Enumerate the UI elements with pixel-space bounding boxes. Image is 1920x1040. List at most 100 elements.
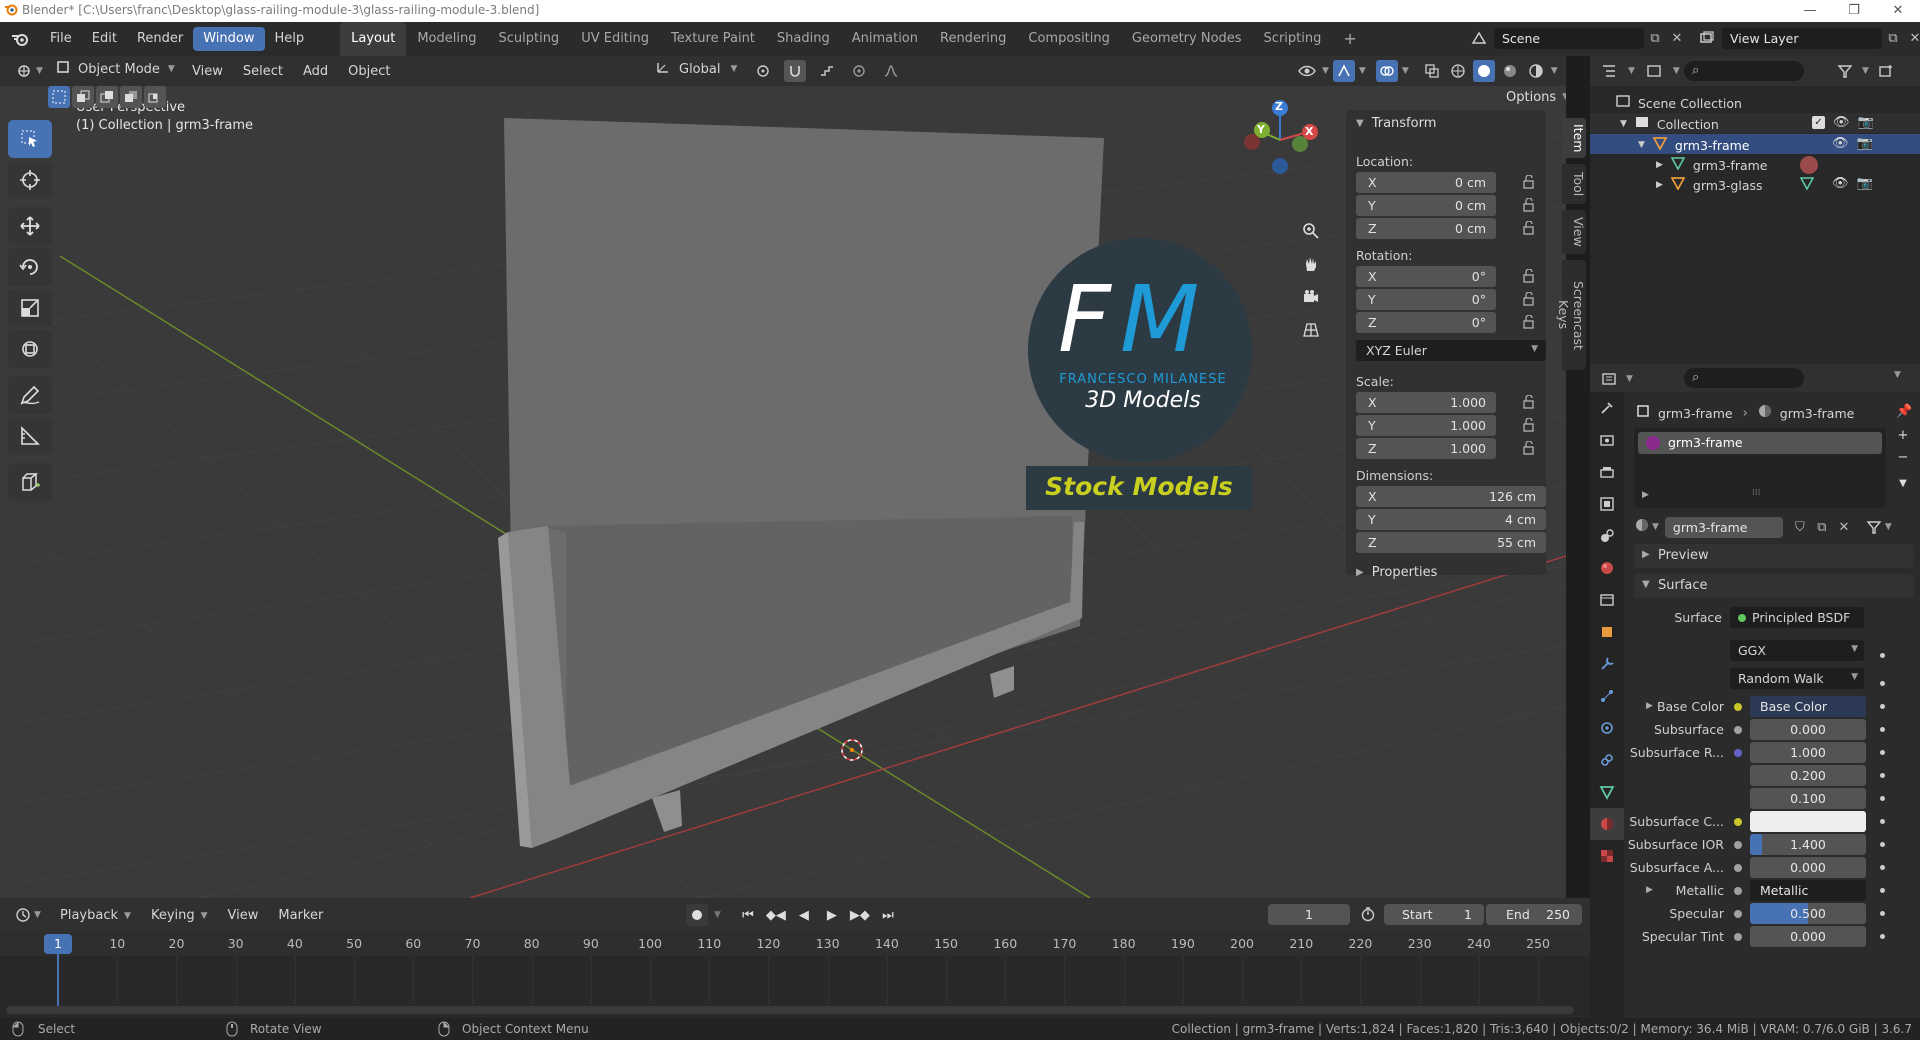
physics-properties-icon[interactable]	[1590, 712, 1624, 744]
dimensions-x-field[interactable]: X 126 cm	[1356, 486, 1546, 507]
tab-uv-editing[interactable]: UV Editing	[570, 22, 660, 56]
select-extend-icon[interactable]	[72, 86, 94, 108]
tab-texture-paint[interactable]: Texture Paint	[660, 22, 766, 56]
lock-icon[interactable]	[1522, 291, 1536, 306]
tab-item[interactable]: Item	[1562, 118, 1586, 158]
tool-settings-icon[interactable]	[1590, 392, 1624, 424]
measure-tool-icon[interactable]	[8, 417, 52, 455]
lock-icon[interactable]	[1522, 314, 1536, 329]
object-properties-icon[interactable]	[1590, 616, 1624, 648]
prop-field[interactable]: 0.000	[1750, 857, 1866, 878]
material-slot-item[interactable]: grm3-frame	[1638, 432, 1882, 454]
menu-render[interactable]: Render	[127, 27, 193, 51]
prop-field[interactable]: 0.500	[1750, 903, 1866, 924]
tab-sculpting[interactable]: Sculpting	[487, 22, 570, 56]
duplicate-material-icon[interactable]: ⧉	[1811, 516, 1833, 538]
new-view-layer-icon[interactable]: ⧉	[1882, 27, 1904, 49]
select-new-icon[interactable]	[48, 86, 70, 108]
chevron-right-icon[interactable]: ▶	[1646, 701, 1653, 711]
minimize-button[interactable]: —	[1788, 0, 1832, 22]
maximize-button[interactable]: ❐	[1832, 0, 1876, 22]
outliner-collection[interactable]: ▼ Collection	[1620, 115, 1719, 133]
prop-field[interactable]: 0.200	[1750, 765, 1866, 786]
camera-render-icon[interactable]: 📷	[1858, 115, 1874, 130]
keyframe-indicator-icon[interactable]	[1880, 750, 1885, 755]
stopwatch-icon[interactable]	[1360, 906, 1376, 926]
tab-screencast-keys[interactable]: Screencast Keys	[1556, 260, 1586, 370]
select-difference-icon[interactable]	[120, 86, 142, 108]
pan-hand-icon[interactable]	[1296, 249, 1326, 279]
wireframe-shading-icon[interactable]	[1447, 60, 1469, 82]
camera-render-icon[interactable]: 📷	[1857, 176, 1873, 191]
select-box-tool-icon[interactable]	[8, 120, 52, 158]
transform-orientation-dropdown[interactable]: Global ▼	[655, 60, 737, 78]
snap-toggle-icon[interactable]	[784, 60, 806, 82]
exclude-checkbox[interactable]: ✓	[1812, 116, 1825, 129]
keyframe-indicator-icon[interactable]	[1880, 704, 1885, 709]
lock-icon[interactable]	[1522, 417, 1536, 432]
zoom-icon[interactable]	[1296, 216, 1326, 246]
lock-icon[interactable]	[1522, 394, 1536, 409]
play-reverse-icon[interactable]: ◀	[793, 904, 815, 926]
navigation-gizmo[interactable]: Z Y X	[1232, 100, 1332, 200]
view-layer-field[interactable]: View Layer	[1722, 27, 1882, 49]
outliner-item-frame-mesh[interactable]: ▶ grm3-frame	[1656, 156, 1767, 174]
object-data-properties-icon[interactable]	[1590, 776, 1624, 808]
lock-icon[interactable]	[1522, 440, 1536, 455]
material-preview-icon[interactable]	[1499, 60, 1521, 82]
snap-increment-icon[interactable]	[816, 60, 838, 82]
tab-compositing[interactable]: Compositing	[1017, 22, 1121, 56]
tab-layout[interactable]: Layout	[340, 22, 407, 56]
slot-specials-button[interactable]: ▼	[1892, 478, 1914, 500]
jump-keyframe-back-icon[interactable]: ◆◀	[765, 904, 787, 926]
location-z-field[interactable]: Z 0 cm	[1356, 218, 1496, 239]
texture-properties-icon[interactable]	[1590, 840, 1624, 872]
timeline-menu-playback[interactable]: Playback ▼	[50, 904, 141, 928]
scene-name-field[interactable]: Scene	[1494, 27, 1644, 49]
tab-modeling[interactable]: Modeling	[406, 22, 487, 56]
modifier-properties-icon[interactable]	[1590, 648, 1624, 680]
transform-tool-icon[interactable]	[8, 330, 52, 368]
rotation-y-field[interactable]: Y 0°	[1356, 289, 1496, 310]
tab-tool[interactable]: Tool	[1562, 164, 1586, 204]
material-name-field[interactable]: grm3-frame	[1664, 516, 1783, 538]
view-layer-properties-icon[interactable]	[1590, 488, 1624, 520]
delete-view-layer-icon[interactable]: ✕	[1904, 27, 1920, 49]
prop-field[interactable]: Metallic	[1750, 880, 1866, 901]
add-cube-tool-icon[interactable]	[8, 463, 52, 501]
material-properties-icon[interactable]	[1590, 808, 1624, 840]
world-properties-icon[interactable]	[1590, 552, 1624, 584]
keyframe-indicator-icon[interactable]	[1880, 773, 1885, 778]
rotation-x-field[interactable]: X 0°	[1356, 266, 1496, 287]
eye-icon[interactable]: 👁	[1832, 136, 1849, 151]
new-collection-icon[interactable]	[1875, 60, 1897, 82]
jump-keyframe-forward-icon[interactable]: ▶◆	[849, 904, 871, 926]
filter-icon[interactable]	[1834, 60, 1856, 82]
menu-help[interactable]: Help	[265, 27, 315, 51]
end-frame-field[interactable]: End 250	[1486, 904, 1582, 925]
keyframe-indicator-icon[interactable]	[1880, 865, 1885, 870]
location-y-field[interactable]: Y 0 cm	[1356, 195, 1496, 216]
gizmo-toggle-icon[interactable]	[1332, 60, 1355, 82]
remove-slot-button[interactable]: −	[1892, 450, 1914, 472]
render-properties-icon[interactable]	[1590, 424, 1624, 456]
socket-icon[interactable]	[1734, 749, 1742, 757]
scene-icon[interactable]	[1468, 27, 1490, 49]
prop-field[interactable]: 1.000	[1750, 742, 1866, 763]
socket-icon[interactable]	[1734, 703, 1742, 711]
rotate-tool-icon[interactable]	[8, 248, 52, 286]
delete-scene-icon[interactable]: ✕	[1666, 27, 1688, 49]
menu-edit[interactable]: Edit	[82, 27, 127, 51]
editor-type-icon[interactable]	[14, 60, 36, 82]
distribution-dropdown[interactable]: GGX ▼	[1730, 640, 1864, 661]
scene-properties-icon[interactable]	[1590, 520, 1624, 552]
timeline-scrollbar[interactable]	[6, 1006, 1574, 1014]
preview-panel-header[interactable]: ▶ Preview	[1634, 544, 1914, 568]
keyframe-indicator-icon[interactable]	[1880, 911, 1885, 916]
scale-z-field[interactable]: Z 1.000	[1356, 438, 1496, 459]
current-frame-field[interactable]: 1	[1268, 904, 1350, 925]
surface-panel-header[interactable]: ▼ Surface	[1634, 574, 1914, 598]
fake-user-shield-icon[interactable]: ⛉	[1789, 516, 1811, 538]
chevron-right-icon[interactable]: ▶	[1642, 490, 1649, 500]
timeline-menu-keying[interactable]: Keying ▼	[141, 904, 218, 928]
